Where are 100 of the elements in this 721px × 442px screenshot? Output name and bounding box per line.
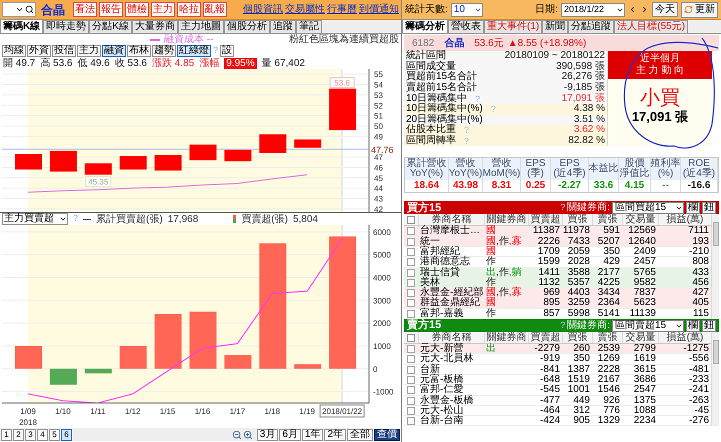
table-cell-text: 2409 bbox=[632, 246, 657, 257]
axis-label: 6000 bbox=[373, 228, 391, 237]
table-cell-text: 3588 bbox=[566, 268, 591, 278]
table-cell-text: 1329 bbox=[596, 416, 621, 426]
table-cell-text: -424 bbox=[538, 416, 561, 426]
table-cell-text: 3259 bbox=[566, 298, 591, 308]
table-cell-text: 富邦經紀 bbox=[419, 246, 460, 257]
year-label: 2018 bbox=[19, 418, 37, 427]
table-cell-text: 元大-松山 bbox=[419, 406, 464, 416]
table-cell-text: 1001 bbox=[566, 385, 591, 396]
table-cell-text: 905 bbox=[572, 416, 591, 426]
table-cell-text: 5141 bbox=[596, 308, 621, 319]
table-cell-text: 3434 bbox=[596, 288, 621, 298]
axis-label: 1/09 bbox=[20, 407, 36, 416]
table-cell-text: -210 bbox=[688, 246, 710, 257]
table-cell-text: 1546 bbox=[596, 385, 621, 396]
axis-label: 51 bbox=[374, 112, 383, 121]
axis-label: 1/11 bbox=[90, 407, 106, 416]
axis-label: 55 bbox=[374, 70, 383, 80]
table-cell-text: -276 bbox=[688, 416, 710, 426]
table-cell-text: 776 bbox=[602, 406, 621, 416]
stat-value: 3.51 % bbox=[574, 114, 605, 125]
axis-label: 1/18 bbox=[264, 407, 280, 416]
high-price-tag: 53.6 bbox=[330, 77, 355, 88]
axis-label: 1000 bbox=[373, 342, 391, 351]
metric-value: -- bbox=[661, 180, 670, 192]
stat-label: 區間成交量 bbox=[406, 62, 456, 72]
metric-header: 營收 MoM(%) bbox=[483, 158, 520, 180]
trend-verdict: 小買 bbox=[640, 87, 680, 109]
axis-label: 50 bbox=[374, 122, 383, 131]
table-cell-text: 2799 bbox=[632, 344, 657, 354]
table-cell-text: 12569 bbox=[627, 226, 657, 236]
table-cell-text: 9582 bbox=[632, 278, 657, 288]
table-cell-text: 2228 bbox=[596, 364, 621, 375]
table-cell-text: 7111 bbox=[687, 226, 710, 236]
quote-value: 量 67,402 bbox=[262, 58, 305, 68]
stat-label: 佔股本比重 bbox=[406, 125, 456, 136]
table-title: 買方15 bbox=[407, 200, 442, 214]
table-cell-text: -263 bbox=[688, 396, 710, 406]
metric-header: 殖利率 (%) bbox=[651, 158, 680, 180]
table-cell-text: 5623 bbox=[632, 298, 657, 308]
axis-label: 5000 bbox=[373, 250, 391, 260]
table-cell-text: 926 bbox=[602, 396, 621, 406]
table-cell-text: -45 bbox=[694, 406, 710, 416]
metric-header: 累計營收 YoY(%) bbox=[405, 158, 448, 180]
table-cell-text: 瑞士信貸 bbox=[419, 268, 461, 278]
bar-legend: 買賣超(張) bbox=[241, 212, 288, 226]
quote-value: 低 49.6 bbox=[78, 58, 110, 68]
metric-header: 本益比 bbox=[589, 158, 618, 180]
stat-value: 20180109 ~ 20180122 bbox=[504, 51, 605, 62]
metric-value: 4.15 bbox=[624, 180, 646, 192]
table-cell-text: 405 bbox=[691, 298, 710, 308]
low-price-tag: 45.35 bbox=[85, 176, 112, 188]
table-cell-text: 11978 bbox=[562, 226, 591, 236]
stock-price: 53.6元 bbox=[474, 36, 504, 50]
trend-amount: 17,091 張 bbox=[632, 109, 688, 125]
stat-value: -9,185 張 bbox=[564, 83, 605, 94]
axis-label: 1/16 bbox=[194, 407, 210, 416]
date-label: 日期: bbox=[535, 2, 558, 17]
quote-value: 漲幅 bbox=[199, 58, 220, 68]
trend-subtitle: 主 力 動 向 bbox=[636, 65, 684, 77]
table-cell-text: 富邦-嘉義 bbox=[420, 308, 464, 319]
table-cell-text: 台新-台南 bbox=[419, 416, 464, 426]
broker-tags: 國,作,寡 bbox=[484, 236, 528, 247]
table-cell-text: 3615 bbox=[632, 364, 657, 375]
table-cell-text: 2167 bbox=[596, 374, 621, 385]
x-tick-label: 2018/01/22 bbox=[322, 407, 363, 416]
quote-value: 9.95% bbox=[224, 58, 257, 68]
metric-value: -2.27 bbox=[557, 180, 582, 192]
days-label: 統計天數: bbox=[405, 2, 448, 17]
filter-label: 關鍵券商: bbox=[567, 200, 610, 214]
legend-note: 粉紅色區塊為連續買超股 bbox=[289, 34, 399, 45]
table-cell-text: 富邦-仁愛 bbox=[419, 385, 464, 396]
stat-label: 區間周轉率 bbox=[406, 136, 456, 146]
table-title: 賣方15 bbox=[407, 318, 442, 332]
table-cell-text: 2457 bbox=[632, 257, 657, 268]
metric-value: 33.6 bbox=[592, 180, 614, 192]
reference-price-label: 47.76 bbox=[371, 145, 394, 156]
metric-header: ROE (近4季) bbox=[681, 158, 717, 180]
table-cell-text: 5765 bbox=[632, 268, 657, 278]
table-cell-text: 1269 bbox=[596, 354, 621, 364]
axis-label: 1/17 bbox=[230, 407, 246, 416]
line-legend-value: 17,968 bbox=[168, 212, 198, 226]
table-cell-text: -477 bbox=[538, 396, 561, 406]
bar-legend-value: 5,804 bbox=[292, 212, 318, 226]
table-cell-text: 433 bbox=[691, 268, 710, 278]
table-cell-text: -481 bbox=[688, 364, 710, 375]
table-cell-text: 1519 bbox=[566, 374, 591, 385]
broker-tags: 出 bbox=[484, 344, 528, 354]
table-cell-text: 元大-北員林 bbox=[419, 354, 474, 364]
table-cell-text: 5357 bbox=[566, 278, 591, 288]
table-cell-text: 260 bbox=[572, 344, 591, 354]
axis-label: 2000 bbox=[373, 319, 391, 328]
axis-label: 54 bbox=[374, 80, 383, 90]
table-cell-text: 統一 bbox=[419, 236, 440, 247]
quote-value: 高 53.6 bbox=[40, 58, 72, 68]
table-cell-text: -233 bbox=[688, 374, 710, 385]
stat-value: 26,276 張 bbox=[562, 72, 605, 82]
table-cell-text: 11387 bbox=[532, 226, 561, 236]
table-cell-text: 12640 bbox=[627, 236, 657, 247]
